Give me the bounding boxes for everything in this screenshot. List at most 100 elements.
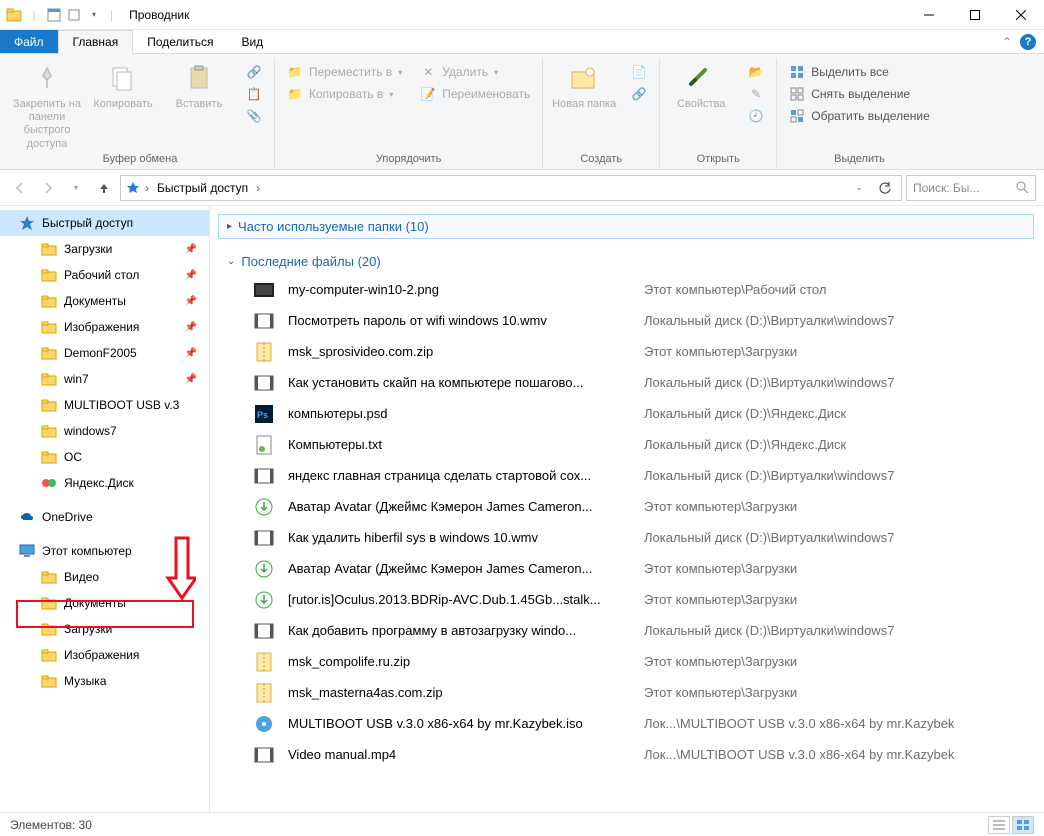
sidebar-quick-access[interactable]: Быстрый доступ — [0, 210, 209, 236]
sidebar-item[interactable]: Музыка — [0, 668, 209, 694]
file-path: Этот компьютер\Загрузки — [644, 561, 797, 576]
file-row[interactable]: Посмотреть пароль от wifi windows 10.wmv… — [218, 305, 1034, 336]
sidebar-item[interactable]: DemonF2005📌 — [0, 340, 209, 366]
sidebar-item[interactable]: Загрузки📌 — [0, 236, 209, 262]
file-row[interactable]: Аватар Avatar (Джеймс Кэмерон James Came… — [218, 553, 1034, 584]
address-bar[interactable]: › Быстрый доступ › ⌄ — [120, 175, 902, 201]
file-row[interactable]: яндекс главная страница сделать стартово… — [218, 460, 1034, 491]
file-row[interactable]: MULTIBOOT USB v.3.0 x86-x64 by mr.Kazybe… — [218, 708, 1034, 739]
sidebar-item[interactable]: OC — [0, 444, 209, 470]
file-icon — [254, 745, 274, 765]
search-input[interactable]: Поиск: Бы... — [906, 175, 1036, 201]
file-path: Этот компьютер\Загрузки — [644, 344, 797, 359]
help-icon[interactable]: ? — [1020, 34, 1036, 50]
address-dropdown-icon[interactable]: ⌄ — [847, 176, 871, 200]
sidebar-item[interactable]: Яндекс.Диск — [0, 470, 209, 496]
qat-new-icon[interactable] — [66, 7, 82, 23]
tab-share[interactable]: Поделиться — [133, 30, 227, 53]
file-row[interactable]: msk_compolife.ru.zipЭтот компьютер\Загру… — [218, 646, 1034, 677]
tab-view[interactable]: Вид — [227, 30, 277, 53]
file-row[interactable]: Как установить скайп на компьютере пошаг… — [218, 367, 1034, 398]
delete-button[interactable]: ✕Удалить ▾ — [414, 62, 536, 82]
sidebar-item-label: OneDrive — [42, 510, 93, 524]
open-button[interactable]: 📂 — [742, 62, 770, 82]
sidebar-item[interactable]: Документы📌 — [0, 288, 209, 314]
file-row[interactable]: Как добавить программу в автозагрузку wi… — [218, 615, 1034, 646]
view-icons-button[interactable] — [1012, 816, 1034, 834]
breadcrumb[interactable]: Быстрый доступ — [153, 181, 252, 195]
copy-to-button[interactable]: 📁Копировать в ▾ — [281, 84, 408, 104]
rename-button[interactable]: 📝Переименовать — [414, 84, 536, 104]
file-row[interactable]: [rutor.is]Oculus.2013.BDRip-AVC.Dub.1.45… — [218, 584, 1034, 615]
up-button[interactable] — [92, 176, 116, 200]
file-name: компьютеры.psd — [288, 406, 630, 421]
sidebar-item[interactable]: Изображения — [0, 642, 209, 668]
ribbon-group-label: Создать — [549, 151, 653, 169]
edit-button[interactable]: ✎ — [742, 84, 770, 104]
sidebar: Быстрый доступ Загрузки📌Рабочий стол📌Док… — [0, 206, 210, 812]
clipboard-small-1[interactable]: 🔗 — [240, 62, 268, 82]
select-none-button[interactable]: Снять выделение — [783, 84, 936, 104]
view-details-button[interactable] — [988, 816, 1010, 834]
pin-icon: 📌 — [185, 296, 197, 307]
back-button[interactable] — [8, 176, 32, 200]
properties-button[interactable]: Свойства — [666, 62, 736, 111]
sidebar-item[interactable]: windows7 — [0, 418, 209, 444]
maximize-button[interactable] — [952, 0, 998, 30]
file-row[interactable]: Компьютеры.txtЛокальный диск (D:)\Яндекс… — [218, 429, 1034, 460]
sidebar-item-label: MULTIBOOT USB v.3 — [64, 398, 179, 412]
move-to-button[interactable]: 📁Переместить в ▾ — [281, 62, 408, 82]
history-button[interactable]: 🕘 — [742, 106, 770, 126]
invert-selection-button[interactable]: Обратить выделение — [783, 106, 936, 126]
ribbon-collapse-icon[interactable]: ⌃ — [1002, 35, 1012, 49]
sidebar-onedrive[interactable]: OneDrive — [0, 504, 209, 530]
file-row[interactable]: Как удалить hiberfil sys в windows 10.wm… — [218, 522, 1034, 553]
paste-button[interactable]: Вставить — [164, 62, 234, 111]
recent-button[interactable]: ▾ — [64, 176, 88, 200]
file-row[interactable]: msk_masterna4as.com.zipЭтот компьютер\За… — [218, 677, 1034, 708]
sidebar-item[interactable]: win7📌 — [0, 366, 209, 392]
sidebar-item[interactable]: Видео — [0, 564, 209, 590]
pin-to-quickaccess-button[interactable]: Закрепить на панели быстрого доступа — [12, 62, 82, 151]
chevron-right-icon[interactable]: › — [256, 181, 260, 195]
sidebar-item[interactable]: Загрузки — [0, 616, 209, 642]
file-name: [rutor.is]Oculus.2013.BDRip-AVC.Dub.1.45… — [288, 592, 630, 607]
file-row[interactable]: my-computer-win10-2.pngЭтот компьютер\Ра… — [218, 274, 1034, 305]
file-row[interactable]: Video manual.mp4Лок...\MULTIBOOT USB v.3… — [218, 739, 1034, 770]
file-path: Локальный диск (D:)\Виртуалки\windows7 — [644, 313, 894, 328]
forward-button[interactable] — [36, 176, 60, 200]
copy-button[interactable]: Копировать — [88, 62, 158, 111]
file-row[interactable]: Psкомпьютеры.psdЛокальный диск (D:)\Янде… — [218, 398, 1034, 429]
sidebar-item[interactable]: Изображения📌 — [0, 314, 209, 340]
new-item-button[interactable]: 📄 — [625, 62, 653, 82]
sidebar-item-label: Документы — [64, 596, 126, 610]
group-recent-files[interactable]: ⌄ Последние файлы (20) — [218, 249, 1034, 274]
qat-separator: | — [26, 7, 42, 23]
tab-home[interactable]: Главная — [58, 30, 134, 54]
clipboard-small-3[interactable]: 📎 — [240, 106, 268, 126]
file-row[interactable]: Аватар Avatar (Джеймс Кэмерон James Came… — [218, 491, 1034, 522]
chevron-right-icon[interactable]: › — [145, 181, 149, 195]
select-all-button[interactable]: Выделить все — [783, 62, 936, 82]
clipboard-small-2[interactable]: 📋 — [240, 84, 268, 104]
close-button[interactable] — [998, 0, 1044, 30]
new-access-button[interactable]: 🔗 — [625, 84, 653, 104]
sidebar-this-pc[interactable]: Этот компьютер — [0, 538, 209, 564]
minimize-button[interactable] — [906, 0, 952, 30]
group-frequent-folders[interactable]: ▸ Часто используемые папки (10) — [218, 214, 1034, 239]
sidebar-item-label: Видео — [64, 570, 99, 584]
new-folder-button[interactable]: Новая папка — [549, 62, 619, 111]
sidebar-item[interactable]: Рабочий стол📌 — [0, 262, 209, 288]
file-name: msk_compolife.ru.zip — [288, 654, 630, 669]
ribbon-group-organize: 📁Переместить в ▾ 📁Копировать в ▾ ✕Удалит… — [275, 58, 543, 169]
tab-file[interactable]: Файл — [0, 30, 58, 53]
file-row[interactable]: msk_sprosivideo.com.zipЭтот компьютер\За… — [218, 336, 1034, 367]
qat-dropdown-icon[interactable]: ▾ — [86, 7, 102, 23]
qat-properties-icon[interactable] — [46, 7, 62, 23]
file-icon — [254, 373, 274, 393]
folder-icon — [40, 370, 58, 388]
refresh-button[interactable] — [873, 176, 897, 200]
sidebar-item-label: OC — [64, 450, 82, 464]
sidebar-item[interactable]: MULTIBOOT USB v.3 — [0, 392, 209, 418]
sidebar-item[interactable]: Документы — [0, 590, 209, 616]
